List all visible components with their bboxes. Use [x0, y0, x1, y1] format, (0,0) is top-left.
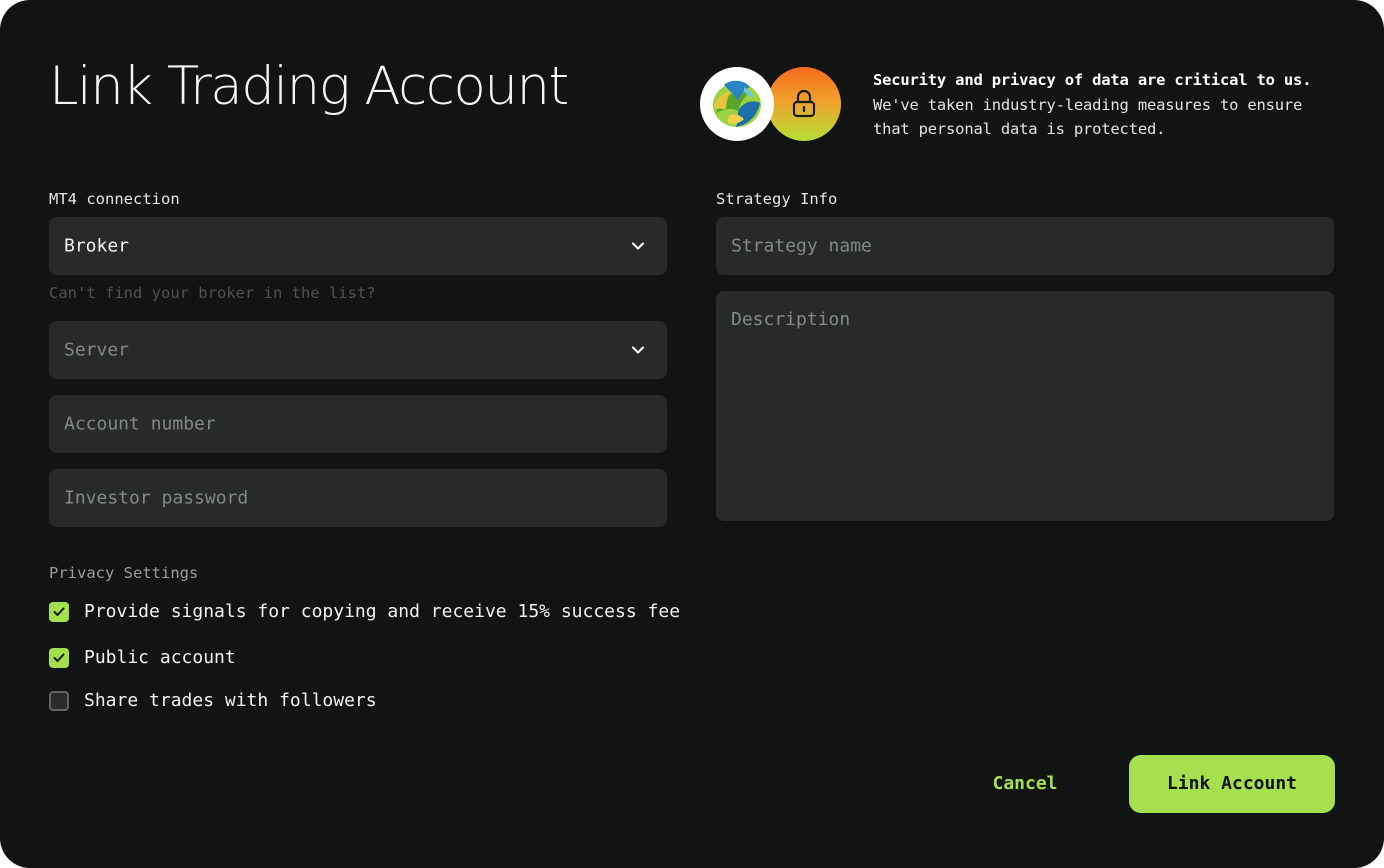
security-note-bold: Security and privacy of data are critica…	[873, 71, 1312, 89]
strategy-info-label: Strategy Info	[716, 190, 838, 208]
privacy-settings-label: Privacy Settings	[49, 564, 199, 582]
description-placeholder: Description	[731, 309, 851, 330]
signals-checkbox[interactable]	[49, 602, 69, 622]
investor-password-field[interactable]: Investor password	[49, 469, 667, 527]
strategy-name-placeholder: Strategy name	[731, 235, 872, 257]
link-account-button[interactable]: Link Account	[1129, 755, 1335, 813]
public-account-checkbox-label: Public account	[84, 647, 236, 668]
checkmark-icon	[53, 653, 65, 662]
investor-password-placeholder: Investor password	[64, 487, 249, 509]
broker-not-found-link[interactable]: Can't find your broker in the list?	[49, 284, 376, 302]
broker-select-value: Broker	[64, 235, 130, 257]
share-trades-checkbox-label: Share trades with followers	[84, 690, 377, 711]
mt4-connection-label: MT4 connection	[49, 190, 180, 208]
chevron-down-icon	[631, 242, 645, 250]
chevron-down-icon	[631, 346, 645, 354]
description-textarea[interactable]: Description	[716, 291, 1334, 521]
share-trades-checkbox[interactable]	[49, 691, 69, 711]
server-select[interactable]: Server	[49, 321, 667, 379]
signals-checkbox-label: Provide signals for copying and receive …	[84, 601, 681, 622]
security-note-body: We've taken industry-leading measures to…	[873, 95, 1303, 139]
account-number-field[interactable]: Account number	[49, 395, 667, 453]
metatrader-logo-icon	[700, 67, 774, 141]
server-select-placeholder: Server	[64, 339, 130, 361]
strategy-name-field[interactable]: Strategy name	[716, 217, 1334, 275]
link-trading-account-dialog: Link Trading Account Security and privac…	[0, 0, 1384, 868]
account-number-placeholder: Account number	[64, 413, 216, 435]
lock-icon	[767, 67, 841, 141]
cancel-button[interactable]: Cancel	[972, 755, 1078, 813]
checkmark-icon	[53, 607, 65, 616]
public-account-checkbox[interactable]	[49, 648, 69, 668]
broker-select[interactable]: Broker	[49, 217, 667, 275]
dialog-title: Link Trading Account	[49, 56, 569, 117]
security-note: Security and privacy of data are critica…	[873, 68, 1343, 142]
